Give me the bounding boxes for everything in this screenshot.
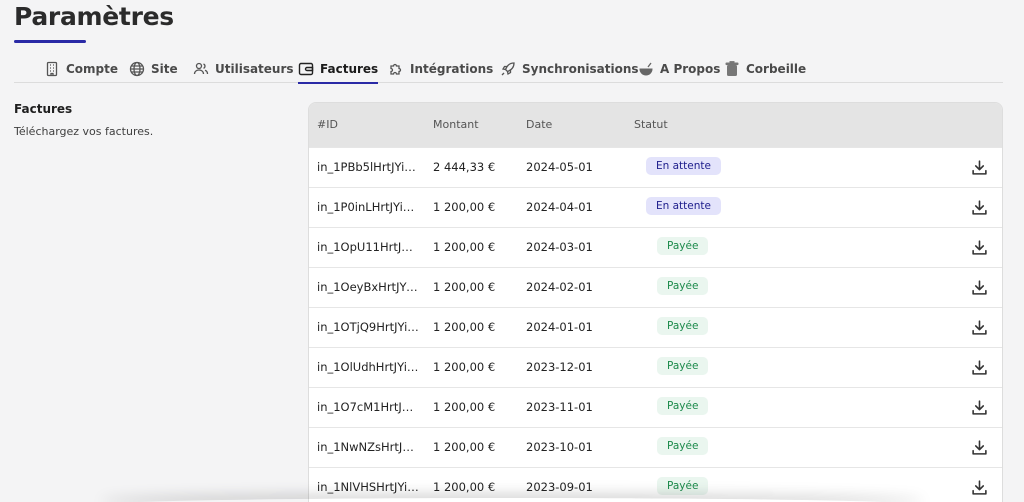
invoice-id: in_1P0inLHrtJYiyVk… (317, 200, 419, 214)
tab-label: Synchronisations (522, 61, 639, 76)
tab-label: A Propos (660, 61, 721, 76)
status-badge: Payée (657, 397, 709, 415)
download-icon[interactable] (971, 239, 988, 256)
tab-label: Factures (320, 61, 379, 76)
invoice-amount: 1 200,00 € (433, 440, 496, 454)
status-cell: Payée (646, 477, 709, 495)
wallet-icon (298, 61, 314, 77)
table-row: in_1OeyBxHrtJYiyV… 1 200,00 € 2024-02-01 Pa… (309, 267, 1002, 307)
download-icon[interactable] (971, 159, 988, 176)
header-amount: Montant (433, 118, 479, 131)
status-cell: En attente (646, 157, 721, 175)
trash-icon (724, 60, 740, 77)
download-icon[interactable] (971, 199, 988, 216)
invoice-amount: 2 444,33 € (433, 160, 496, 174)
tab-utilisateurs[interactable]: Utilisateurs (193, 54, 294, 83)
tab-compte[interactable]: Compte (44, 54, 118, 83)
invoice-date: 2023-11-01 (526, 400, 593, 414)
invoice-id: in_1PBb5lHrtJYiyVk… (317, 160, 419, 174)
status-badge: En attente (646, 197, 721, 215)
invoice-date: 2024-01-01 (526, 320, 593, 334)
invoice-id: in_1NwNZsHrtJYiyV… (317, 440, 419, 454)
status-cell: Payée (646, 397, 709, 415)
building-icon (44, 61, 60, 77)
invoice-date: 2024-02-01 (526, 280, 593, 294)
status-cell: En attente (646, 197, 721, 215)
puzzle-icon (388, 61, 404, 77)
tab-synchronisations[interactable]: Synchronisations (500, 54, 639, 83)
invoice-id: in_1OpU11HrtJYiyVk… (317, 240, 419, 254)
status-cell: Payée (646, 357, 709, 375)
invoice-date: 2024-04-01 (526, 200, 593, 214)
table-row: in_1OlUdhHrtJYiyV… 1 200,00 € 2023-12-01 Pa… (309, 347, 1002, 387)
settings-tabs: Compte Site Utilisateurs Factures Intégr… (14, 54, 1003, 84)
invoice-id: in_1OTjQ9HrtJYiyV… (317, 320, 419, 334)
table-row: in_1O7cM1HrtJYiyV… 1 200,00 € 2023-11-01 Pa… (309, 387, 1002, 427)
tab-label: Intégrations (410, 61, 494, 76)
section-title: Factures (14, 102, 73, 116)
tab-label: Utilisateurs (215, 61, 294, 76)
table-row: in_1NlVHSHrtJYiyVk… 1 200,00 € 2023-09-01 P… (309, 467, 1002, 502)
invoice-amount: 1 200,00 € (433, 200, 496, 214)
header-status: Statut (634, 118, 668, 131)
download-icon[interactable] (971, 439, 988, 456)
tab-factures[interactable]: Factures (298, 54, 379, 84)
tab-corbeille[interactable]: Corbeille (724, 54, 806, 83)
tab-integrations[interactable]: Intégrations (388, 54, 493, 83)
table-row: in_1NwNZsHrtJYiyV… 1 200,00 € 2023-10-01 Pa… (309, 427, 1002, 467)
users-icon (193, 61, 209, 77)
invoice-id: in_1OlUdhHrtJYiyV… (317, 360, 419, 374)
status-cell: Payée (646, 317, 709, 335)
invoice-amount: 1 200,00 € (433, 400, 496, 414)
status-badge: Payée (657, 317, 709, 335)
bowl-icon (638, 61, 654, 77)
download-icon[interactable] (971, 279, 988, 296)
section-description: Téléchargez vos factures. (14, 125, 154, 138)
invoice-amount: 1 200,00 € (433, 360, 496, 374)
invoices-table: #ID Montant Date Statut in_1PBb5lHrtJYiy… (308, 102, 1003, 502)
tab-site[interactable]: Site (129, 54, 178, 83)
status-badge: Payée (657, 477, 709, 495)
table-row: in_1P0inLHrtJYiyVk… 1 200,00 € 2024-04-01 E… (309, 187, 1002, 227)
invoice-amount: 1 200,00 € (433, 480, 496, 494)
status-cell: Payée (646, 237, 709, 255)
tab-label: Corbeille (746, 61, 807, 76)
table-row: in_1OTjQ9HrtJYiyV… 1 200,00 € 2024-01-01 Pa… (309, 307, 1002, 347)
download-icon[interactable] (971, 359, 988, 376)
status-badge: Payée (657, 437, 709, 455)
status-cell: Payée (646, 277, 709, 295)
invoice-id: in_1O7cM1HrtJYiyV… (317, 400, 419, 414)
download-icon[interactable] (971, 319, 988, 336)
invoice-date: 2024-05-01 (526, 160, 593, 174)
invoice-date: 2023-12-01 (526, 360, 593, 374)
tab-label: Compte (66, 61, 119, 76)
rocket-icon (500, 61, 516, 77)
table-body: in_1PBb5lHrtJYiyVk… 2 444,33 € 2024-05-01 E… (309, 147, 1002, 502)
table-header: #ID Montant Date Statut (309, 103, 1002, 147)
invoice-amount: 1 200,00 € (433, 320, 496, 334)
invoice-date: 2024-03-01 (526, 240, 593, 254)
download-icon[interactable] (971, 479, 988, 496)
status-badge: En attente (646, 157, 721, 175)
download-icon[interactable] (971, 399, 988, 416)
invoice-amount: 1 200,00 € (433, 240, 496, 254)
header-id: #ID (317, 118, 338, 131)
invoice-id: in_1NlVHSHrtJYiyVk… (317, 480, 419, 494)
table-row: in_1OpU11HrtJYiyVk… 1 200,00 € 2024-03-01 P… (309, 227, 1002, 267)
title-underline (14, 40, 86, 43)
invoice-amount: 1 200,00 € (433, 280, 496, 294)
status-badge: Payée (657, 277, 709, 295)
header-date: Date (526, 118, 553, 131)
status-badge: Payée (657, 237, 709, 255)
table-row: in_1PBb5lHrtJYiyVk… 2 444,33 € 2024-05-01 E… (309, 147, 1002, 187)
status-cell: Payée (646, 437, 709, 455)
invoice-date: 2023-10-01 (526, 440, 593, 454)
status-badge: Payée (657, 357, 709, 375)
invoice-date: 2023-09-01 (526, 480, 593, 494)
page-title: Paramètres (14, 2, 174, 31)
invoice-id: in_1OeyBxHrtJYiyV… (317, 280, 419, 294)
globe-icon (129, 61, 145, 77)
tab-a-propos[interactable]: A Propos (638, 54, 720, 83)
tab-label: Site (151, 61, 178, 76)
